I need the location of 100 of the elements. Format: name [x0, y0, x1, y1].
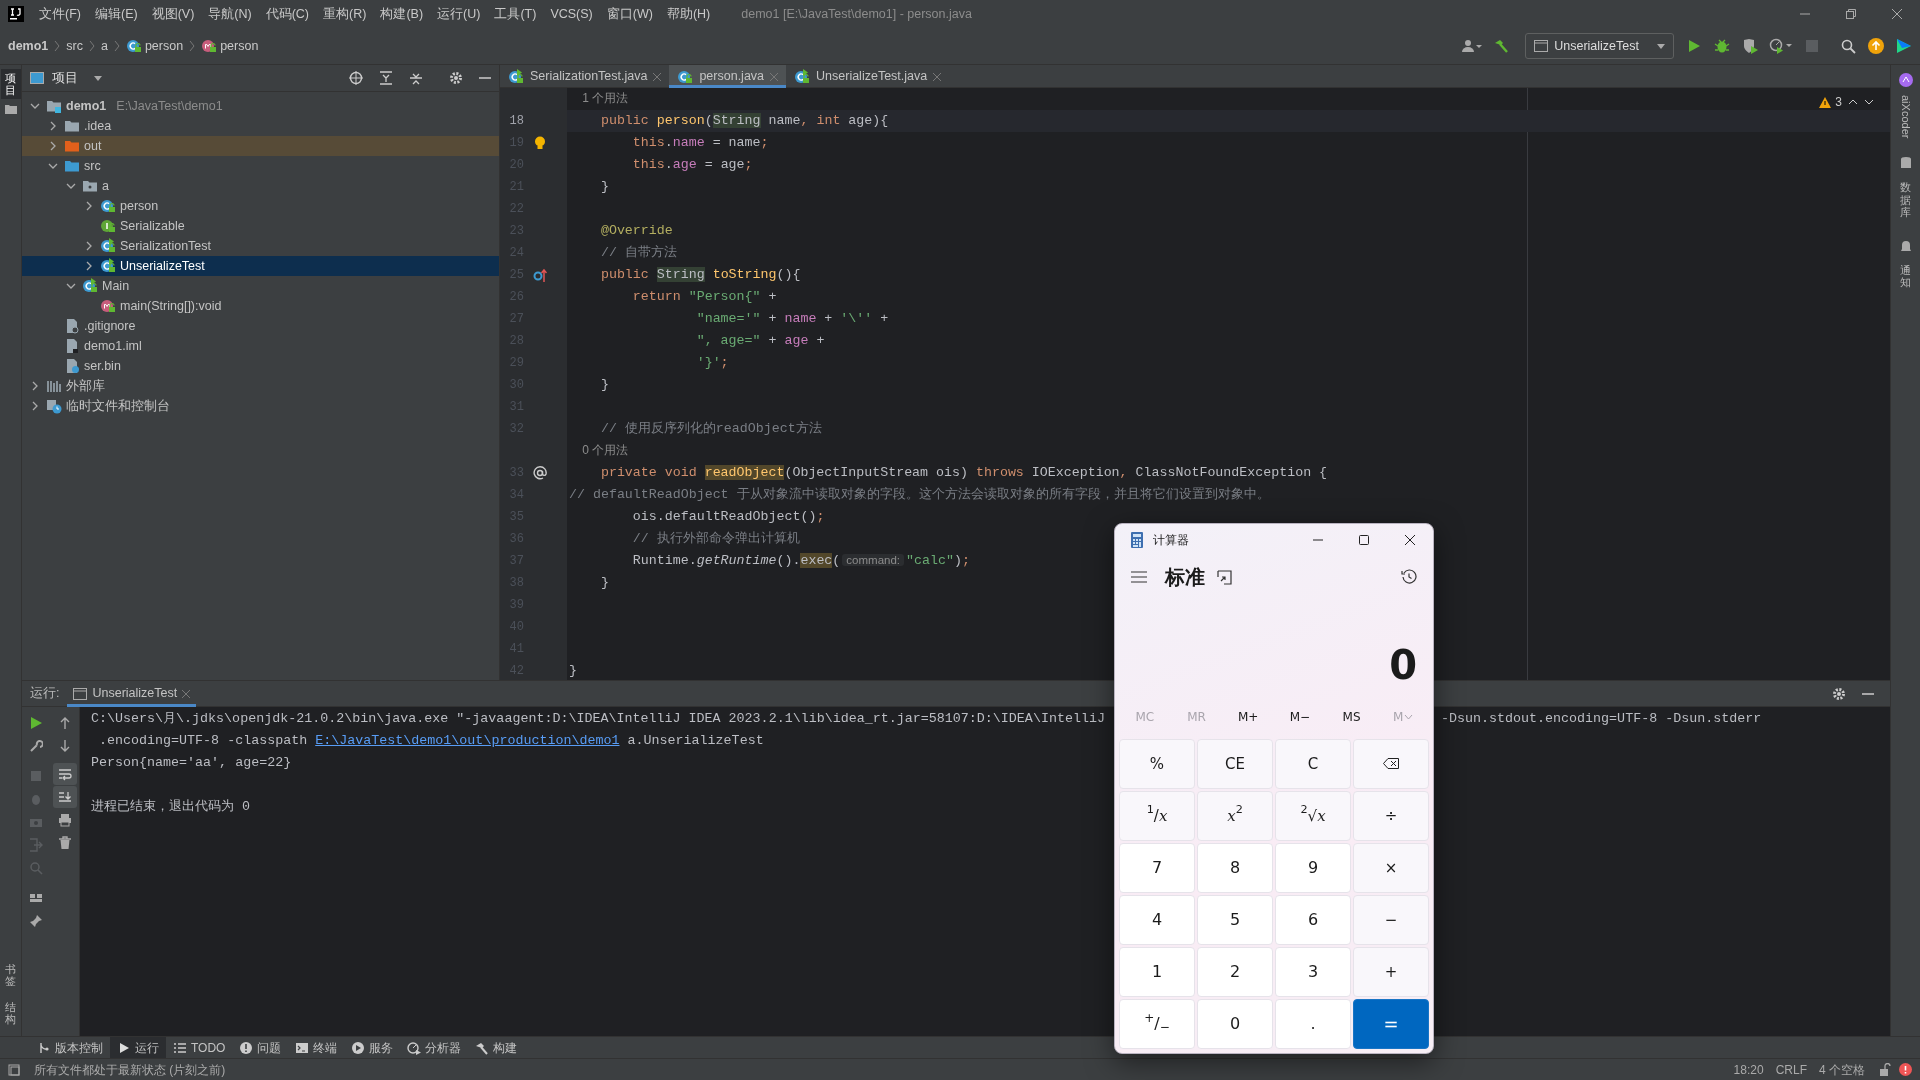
tree-item[interactable]: a: [22, 176, 499, 196]
tree-item[interactable]: 外部库: [22, 376, 499, 396]
tree-item[interactable]: UnserializeTest: [22, 256, 499, 276]
ai-icon[interactable]: [1898, 73, 1913, 87]
tree-item[interactable]: Main: [22, 276, 499, 296]
tree-item[interactable]: person: [22, 196, 499, 216]
close-icon[interactable]: [933, 72, 942, 81]
calculator-key[interactable]: x$^{2}$: [1197, 790, 1273, 841]
menu-item[interactable]: 文件(F): [32, 4, 88, 24]
breadcrumb-item[interactable]: a: [100, 36, 108, 56]
menu-item[interactable]: 构建(B): [373, 4, 431, 24]
breadcrumb-item[interactable]: person: [220, 36, 259, 56]
menu-item[interactable]: 帮助(H): [659, 4, 718, 24]
tree-item[interactable]: .gitignore: [22, 316, 499, 336]
tool-window-tab[interactable]: 书签: [5, 959, 16, 990]
unlock-icon[interactable]: [1879, 1063, 1891, 1076]
calculator-key[interactable]: 9: [1275, 842, 1351, 893]
up-chevron-icon[interactable]: [1848, 99, 1858, 105]
tool-window-button[interactable]: 问题: [232, 1037, 289, 1058]
menu-item[interactable]: 导航(N): [201, 4, 259, 24]
keep-on-top-button[interactable]: [1217, 569, 1232, 585]
calculator-key[interactable]: %: [1119, 738, 1195, 789]
calculator-key[interactable]: −: [1353, 894, 1429, 945]
calculator-key[interactable]: ÷: [1353, 790, 1429, 841]
usage-hint[interactable]: 0 个用法: [569, 441, 629, 461]
calculator-key[interactable]: +: [1353, 946, 1429, 997]
tool-window-button[interactable]: 运行: [110, 1037, 166, 1058]
calculator-key[interactable]: $^{+}$/$_{−}$: [1119, 999, 1195, 1049]
tree-item[interactable]: .idea: [22, 116, 499, 136]
bulb-icon[interactable]: [533, 136, 547, 150]
menu-item[interactable]: 重构(R): [316, 4, 374, 24]
tool-window-button[interactable]: 分析器: [400, 1037, 469, 1058]
calculator-key[interactable]: 0: [1197, 999, 1273, 1049]
calculator-key[interactable]: 5: [1197, 894, 1273, 945]
history-button[interactable]: [1401, 569, 1417, 586]
tool-window-button[interactable]: 构建: [468, 1037, 525, 1058]
breadcrumb-item[interactable]: src: [66, 36, 83, 56]
calculator-key[interactable]: 6: [1275, 894, 1351, 945]
scroll-end-button[interactable]: [52, 786, 77, 808]
calculator-key[interactable]: $^{2}$√x: [1275, 790, 1351, 841]
run-tab[interactable]: UnserializeTest: [67, 680, 197, 707]
calculator-key[interactable]: 8: [1197, 842, 1273, 893]
calculator-key[interactable]: 2: [1197, 946, 1273, 997]
tree-item[interactable]: src: [22, 156, 499, 176]
tool-window-tab[interactable]: 数据库: [1900, 178, 1911, 221]
editor-tab[interactable]: person.java: [669, 65, 787, 88]
tool-window-tab[interactable]: 项目: [0, 69, 21, 100]
menu-item[interactable]: 视图(V): [144, 4, 202, 24]
menu-item[interactable]: VCS(S): [543, 4, 600, 24]
cursor-position[interactable]: 18:20: [1727, 1060, 1770, 1079]
editor-tab[interactable]: SerializationTest.java: [500, 65, 670, 88]
view-dropdown[interactable]: 项目: [52, 68, 102, 88]
tree-item[interactable]: demo1 E:\JavaTest\demo1: [22, 96, 499, 116]
breadcrumb-item[interactable]: person: [144, 36, 184, 56]
calculator-key[interactable]: C: [1275, 738, 1351, 789]
close-icon[interactable]: [653, 72, 662, 81]
equals-key[interactable]: =: [1353, 999, 1429, 1049]
line-separator[interactable]: CRLF: [1769, 1060, 1813, 1079]
tree-item[interactable]: main(String[]):void: [22, 296, 499, 316]
editor-tab[interactable]: UnserializeTest.java: [786, 65, 950, 88]
tree-item[interactable]: demo1.iml: [22, 336, 499, 356]
calculator-key[interactable]: .: [1275, 999, 1351, 1049]
at-sign-icon[interactable]: [533, 466, 547, 480]
bell-icon[interactable]: [1898, 238, 1913, 253]
calculator-key[interactable]: ×: [1353, 842, 1429, 893]
menu-item[interactable]: 编辑(E): [87, 4, 145, 24]
calculator-key[interactable]: 4: [1119, 894, 1195, 945]
calculator-key[interactable]: 3: [1275, 946, 1351, 997]
tree-item[interactable]: 临时文件和控制台: [22, 396, 499, 416]
calculator-key[interactable]: 1: [1119, 946, 1195, 997]
tree-item[interactable]: ser.bin: [22, 356, 499, 376]
warning-count[interactable]: 3: [1819, 93, 1842, 111]
error-icon[interactable]: [1899, 1063, 1912, 1076]
menu-item[interactable]: 运行(U): [430, 4, 488, 24]
tool-window-tab[interactable]: 通知: [1900, 260, 1911, 291]
tool-window-tab[interactable]: 结构: [5, 997, 16, 1028]
breadcrumb-item[interactable]: demo1: [8, 36, 49, 56]
tool-window-button[interactable]: TODO: [166, 1037, 233, 1058]
memory-button[interactable]: M+: [1222, 695, 1274, 739]
tree-item[interactable]: SerializationTest: [22, 236, 499, 256]
menu-item[interactable]: 工具(T): [487, 4, 544, 24]
menu-item[interactable]: 窗口(W): [599, 4, 660, 24]
panel-toggle-button[interactable]: [8, 1063, 20, 1076]
calculator-key[interactable]: CE: [1197, 738, 1273, 789]
settings-icon[interactable]: [449, 71, 463, 85]
database-icon[interactable]: [1898, 156, 1913, 171]
tree-item[interactable]: out: [22, 136, 499, 156]
indent-setting[interactable]: 4 个空格: [1813, 1060, 1871, 1079]
memory-button[interactable]: M−: [1274, 695, 1326, 739]
tree-item[interactable]: Serializable: [22, 216, 499, 236]
expand-all-icon[interactable]: [379, 71, 393, 85]
calculator-key[interactable]: $^{1}$/x: [1119, 790, 1195, 841]
down-chevron-icon[interactable]: [1864, 99, 1874, 105]
tool-window-button[interactable]: 版本控制: [30, 1037, 110, 1058]
soft-wrap-button[interactable]: [52, 763, 77, 785]
tool-window-button[interactable]: 终端: [288, 1037, 345, 1058]
menu-item[interactable]: 代码(C): [258, 4, 317, 24]
memory-button[interactable]: MS: [1325, 695, 1378, 739]
crosshair-icon[interactable]: [349, 71, 363, 85]
collapse-all-icon[interactable]: [409, 71, 423, 85]
